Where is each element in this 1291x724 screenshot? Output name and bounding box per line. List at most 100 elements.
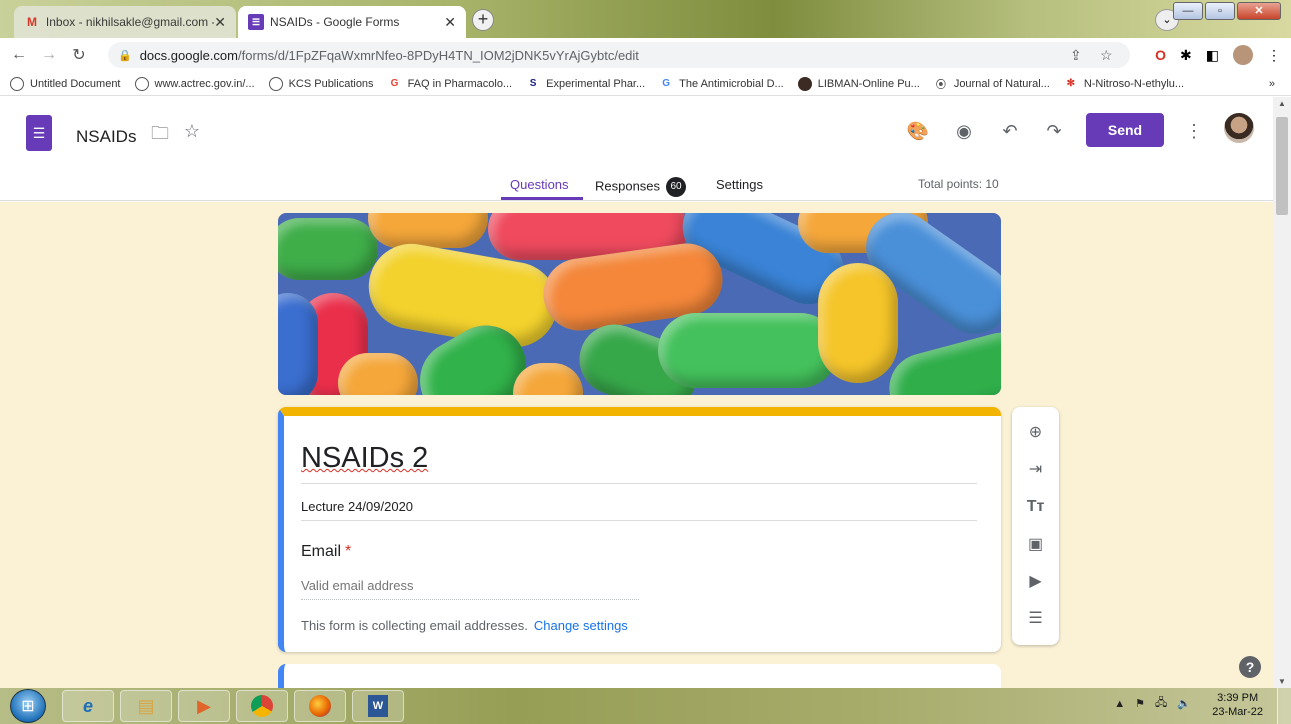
volume-icon[interactable]: 🔈 bbox=[1177, 697, 1191, 710]
globe-icon bbox=[134, 76, 149, 91]
globe-icon bbox=[10, 76, 24, 91]
tab-label: NSAIDs - Google Forms bbox=[270, 15, 400, 29]
tab-responses[interactable]: Responses 60 bbox=[595, 177, 687, 197]
minimize-button[interactable]: — bbox=[1173, 2, 1203, 20]
form-description[interactable]: Lecture 24/09/2020 bbox=[301, 499, 977, 521]
firefox-icon[interactable] bbox=[294, 690, 346, 722]
network-icon[interactable]: 🖧 bbox=[1155, 694, 1167, 713]
palette-icon[interactable]: 🎨 bbox=[906, 121, 930, 142]
add-question-icon[interactable]: ⊕ bbox=[1012, 419, 1059, 447]
windows-taskbar: ⊞ e ▤ ▶ W ▲ ⚑ 🖧 🔈 3:39 PM 23-Mar-22 bbox=[0, 688, 1291, 724]
tab-questions[interactable]: Questions bbox=[510, 177, 569, 192]
form-doc-title[interactable]: NSAIDs bbox=[76, 127, 136, 147]
chrome-icon[interactable] bbox=[236, 690, 288, 722]
scroll-down-arrow-icon[interactable]: ▼ bbox=[1273, 677, 1291, 686]
change-settings-link[interactable]: Change settings bbox=[534, 618, 628, 633]
avatar[interactable] bbox=[1224, 113, 1254, 143]
star-icon[interactable]: ☆ bbox=[180, 121, 204, 142]
action-center-flag-icon[interactable]: ⚑ bbox=[1135, 697, 1145, 710]
form-title-card[interactable]: NSAIDs 2 Lecture 24/09/2020 Email* This … bbox=[278, 407, 1001, 652]
preview-eye-icon[interactable]: ◉ bbox=[952, 121, 976, 142]
browser-menu-icon[interactable]: ⋮ bbox=[1267, 47, 1281, 64]
total-points: Total points: 10 bbox=[918, 177, 999, 191]
back-arrow-icon[interactable]: ← bbox=[8, 46, 30, 64]
start-button[interactable]: ⊞ bbox=[10, 689, 46, 723]
tab-google-forms[interactable]: ☰ NSAIDs - Google Forms ✕ bbox=[238, 6, 466, 38]
forward-arrow-icon[interactable]: → bbox=[38, 46, 60, 64]
scroll-up-arrow-icon[interactable]: ▲ bbox=[1273, 99, 1291, 108]
maximize-button[interactable]: ▫ bbox=[1205, 2, 1235, 20]
close-icon[interactable]: ✕ bbox=[444, 14, 456, 31]
bookmark-star-icon[interactable]: ☆ bbox=[1100, 42, 1113, 68]
undo-icon[interactable]: ↶ bbox=[998, 121, 1022, 142]
url-host: docs.google.com bbox=[139, 47, 238, 63]
window-controls: — ▫ ✕ bbox=[1173, 2, 1281, 20]
form-canvas: NSAIDs 2 Lecture 24/09/2020 Email* This … bbox=[0, 202, 1273, 688]
import-questions-icon[interactable]: ⇥ bbox=[1012, 456, 1059, 484]
tab-gmail[interactable]: M Inbox - nikhilsakle@gmail.com - ✕ bbox=[14, 6, 236, 38]
extensions-puzzle-icon[interactable]: ✱ bbox=[1180, 47, 1192, 64]
bookmark-item[interactable]: ✻ N-Nitroso-N-ethylu... bbox=[1064, 77, 1184, 91]
window-close-button[interactable]: ✕ bbox=[1237, 2, 1281, 20]
google-icon: G bbox=[662, 78, 671, 89]
browser-tab-strip: M Inbox - nikhilsakle@gmail.com - ✕ ☰ NS… bbox=[0, 0, 1291, 38]
opera-extension-icon[interactable]: O bbox=[1155, 47, 1166, 63]
add-image-icon[interactable]: ▣ bbox=[1012, 531, 1059, 559]
word-icon[interactable]: W bbox=[352, 690, 404, 722]
clock-time: 3:39 PM bbox=[1217, 692, 1259, 704]
system-tray: ▲ ⚑ 🖧 🔈 bbox=[1114, 694, 1191, 713]
lock-icon: 🔒 bbox=[118, 49, 132, 62]
internet-explorer-icon[interactable]: e bbox=[62, 690, 114, 722]
bookmark-item[interactable]: LIBMAN-Online Pu... bbox=[797, 76, 920, 91]
email-question-label: Email * bbox=[301, 543, 352, 560]
page-scrollbar[interactable]: ▲ ▼ bbox=[1273, 97, 1291, 688]
form-title[interactable]: NSAIDs 2 bbox=[301, 442, 977, 484]
bookmark-item[interactable]: S Experimental Phar... bbox=[526, 77, 645, 91]
address-bar-row: ← → ↻ 🔒 docs.google.com/forms/d/1FpZFqaW… bbox=[0, 38, 1291, 72]
media-player-icon[interactable]: ▶ bbox=[178, 690, 230, 722]
url-input[interactable]: 🔒 docs.google.com/forms/d/1FpZFqaWxmrNfe… bbox=[108, 42, 1130, 68]
side-panel-icon[interactable]: ◧ bbox=[1206, 47, 1219, 64]
next-question-card[interactable] bbox=[278, 664, 1001, 688]
forms-header: ☰ NSAIDs 🗀 ☆ 🎨 ◉ ↶ ↷ Send ⋮ Questions Re… bbox=[0, 97, 1273, 201]
help-icon[interactable]: ? bbox=[1239, 656, 1261, 678]
add-title-text-icon[interactable]: Tт bbox=[1012, 493, 1059, 521]
clock-date: 23-Mar-22 bbox=[1212, 706, 1263, 718]
required-asterisk: * bbox=[345, 543, 352, 560]
move-to-folder-icon[interactable]: 🗀 bbox=[148, 121, 172, 151]
header-banner-image bbox=[278, 213, 1001, 395]
bookmark-item[interactable]: KCS Publications bbox=[268, 76, 374, 91]
molecule-icon: ✻ bbox=[1066, 78, 1075, 89]
show-desktop-button[interactable] bbox=[1277, 688, 1291, 724]
file-explorer-icon[interactable]: ▤ bbox=[120, 690, 172, 722]
email-field[interactable] bbox=[301, 578, 639, 600]
bookmarks-bar: Untitled Document www.actrec.gov.in/... … bbox=[0, 72, 1291, 96]
active-tab-indicator bbox=[501, 197, 583, 200]
bookmark-item[interactable]: Untitled Document bbox=[10, 76, 121, 91]
send-button[interactable]: Send bbox=[1086, 113, 1164, 147]
add-video-icon[interactable]: ▶ bbox=[1012, 568, 1059, 596]
bookmark-item[interactable]: G The Antimicrobial D... bbox=[659, 77, 783, 91]
new-tab-button[interactable]: + bbox=[472, 9, 494, 31]
redo-icon[interactable]: ↷ bbox=[1042, 121, 1066, 142]
reload-icon[interactable]: ↻ bbox=[68, 45, 90, 65]
scrollbar-thumb[interactable] bbox=[1276, 117, 1288, 215]
forms-icon: ☰ bbox=[248, 14, 264, 30]
bookmark-item[interactable]: www.actrec.gov.in/... bbox=[134, 76, 255, 91]
taskbar-clock[interactable]: 3:39 PM 23-Mar-22 bbox=[1212, 691, 1263, 719]
libman-icon bbox=[797, 76, 812, 91]
gmail-icon: M bbox=[26, 15, 37, 29]
more-options-icon[interactable]: ⋮ bbox=[1182, 121, 1206, 142]
tab-settings[interactable]: Settings bbox=[716, 177, 763, 192]
google-forms-logo-icon[interactable]: ☰ bbox=[26, 115, 52, 151]
bookmark-item[interactable]: G FAQ in Pharmacolo... bbox=[388, 77, 512, 91]
add-section-icon[interactable]: ☰ bbox=[1012, 605, 1059, 633]
show-hidden-icons-arrow[interactable]: ▲ bbox=[1114, 698, 1125, 710]
profile-avatar-icon[interactable] bbox=[1233, 45, 1253, 65]
close-icon[interactable]: ✕ bbox=[214, 14, 226, 31]
email-collection-note: This form is collecting email addresses.… bbox=[301, 618, 628, 633]
bookmarks-overflow-button[interactable]: » bbox=[1269, 78, 1275, 90]
bookmark-item[interactable]: ⦿ Journal of Natural... bbox=[934, 77, 1050, 92]
share-icon[interactable]: ⇪ bbox=[1070, 42, 1082, 68]
journal-icon: ⦿ bbox=[935, 80, 946, 91]
